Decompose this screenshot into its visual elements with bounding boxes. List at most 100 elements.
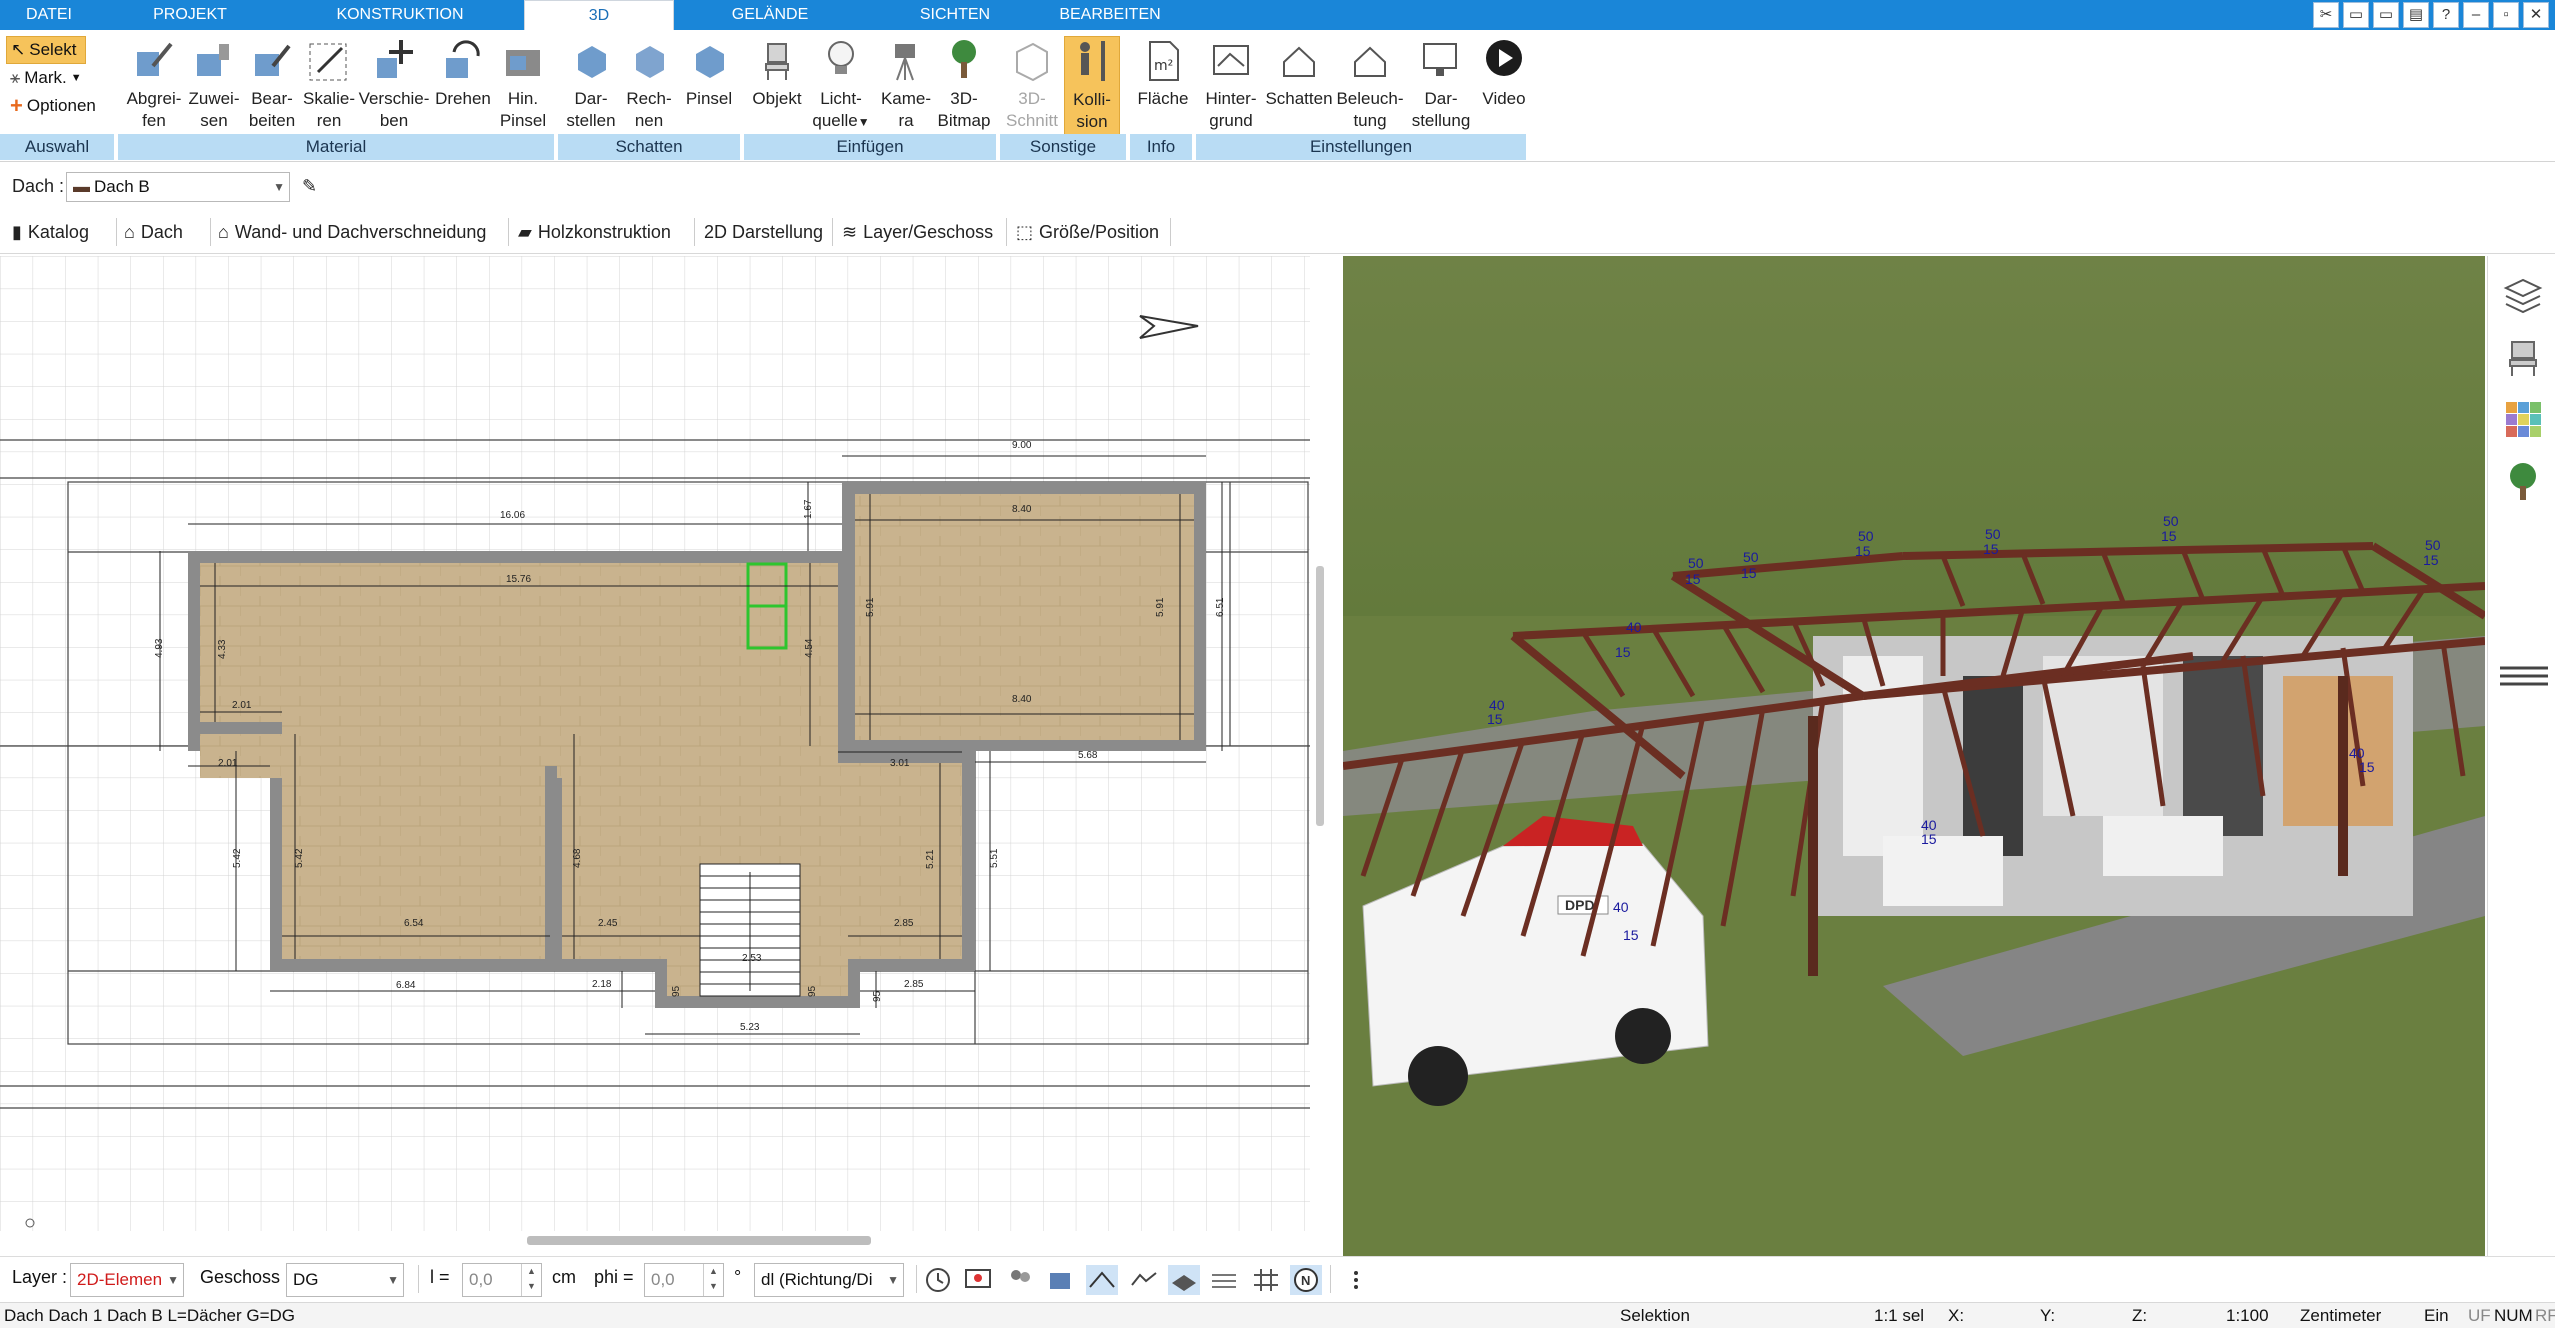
3d-bitmap-button[interactable]: 3D- Bitmap <box>936 36 992 146</box>
tools-icon[interactable]: ✂ <box>2313 2 2339 28</box>
beleuchtung-button[interactable]: Beleuch-tung <box>1334 36 1406 146</box>
layers-icon[interactable] <box>2502 274 2544 316</box>
tree-icon[interactable] <box>2502 460 2544 502</box>
separator <box>508 218 509 246</box>
pencil-icon[interactable]: ✎ <box>302 168 317 204</box>
help-icon[interactable]: ? <box>2433 2 2459 28</box>
roof-view-icon[interactable] <box>1086 1265 1118 1295</box>
video-button[interactable]: Video <box>1476 36 1532 146</box>
skalieren-button[interactable]: Skalie-ren <box>300 36 358 146</box>
grid-icon[interactable] <box>1250 1265 1282 1295</box>
geschoss-select[interactable]: DG ▼ <box>286 1263 404 1297</box>
3d-view[interactable]: DPD 50 15 50 15 50 15 50 15 50 15 50 15 … <box>1343 256 2485 1256</box>
terrain-icon[interactable] <box>1128 1265 1160 1295</box>
minimize-icon[interactable]: – <box>2463 2 2489 28</box>
lichtquelle-button[interactable]: Licht-quelle▼ <box>808 36 874 146</box>
3d-canvas[interactable]: DPD 50 15 50 15 50 15 50 15 50 15 50 15 … <box>1343 256 2485 1256</box>
screen-record-icon[interactable] <box>962 1265 994 1295</box>
rechnen-label1: Rech- <box>626 89 672 108</box>
plan-horizontal-scrollbar[interactable] <box>527 1236 871 1245</box>
wall-segment <box>838 740 962 752</box>
folder-icon[interactable]: ▭ <box>2343 2 2369 28</box>
l-input[interactable]: 0,0 ▲ ▼ <box>462 1263 542 1297</box>
size-icon: ⬚ <box>1016 222 1034 242</box>
furniture-icon[interactable] <box>1044 1265 1076 1295</box>
verschieben-button[interactable]: Verschie-ben <box>356 36 432 146</box>
tab-2d-darstellung[interactable]: 2D Darstellung <box>704 214 823 250</box>
menu-tab-konstruktion[interactable]: KONSTRUKTION <box>320 0 480 30</box>
bearbeiten-label2: beiten <box>248 111 296 130</box>
tab-groesse-position[interactable]: ⬚ Größe/Position <box>1016 214 1159 250</box>
dach-label: Dach : <box>12 176 65 196</box>
north-icon[interactable]: N <box>1290 1265 1322 1295</box>
tab-katalog[interactable]: ▮ Katalog <box>12 214 89 250</box>
hintergrund-button[interactable]: Hinter-grund <box>1198 36 1264 146</box>
restore-icon[interactable]: ▫ <box>2493 2 2519 28</box>
menu-tab-bearbeiten[interactable]: BEARBEITEN <box>1040 0 1180 30</box>
beam-label: 15 <box>2161 528 2177 544</box>
dim-label: 6.84 <box>396 980 416 991</box>
dach-select[interactable]: ▬ Dach B ▼ <box>66 172 290 202</box>
mark-button[interactable]: ⚹ Mark. ▼ <box>6 64 96 92</box>
status-ein: Ein <box>2424 1306 2449 1325</box>
area-icon: m² <box>1149 41 1179 81</box>
dim-label: 1.67 <box>803 499 814 519</box>
bearbeiten-label1: Bear- <box>251 89 293 108</box>
menu-tab-datei[interactable]: DATEI <box>0 0 98 30</box>
print-icon[interactable]: ▤ <box>2403 2 2429 28</box>
menu-bar: DATEI PROJEKT KONSTRUKTION 3D GELÄNDE SI… <box>0 0 2555 30</box>
menu-tab-sichten[interactable]: SICHTEN <box>900 0 1010 30</box>
floor-plan-canvas[interactable]: 9.00 16.06 1.67 15.76 8.40 4.93 4.33 5.9… <box>0 256 1340 1231</box>
roof-tab-icon: ⌂ <box>124 222 135 242</box>
objekt-label1: Objekt <box>752 89 802 108</box>
direction-select[interactable]: dl (Richtung/Di ▼ <box>754 1263 904 1297</box>
phi-input[interactable]: 0,0 ▲ ▼ <box>644 1263 724 1297</box>
kamera-button[interactable]: Kame-ra <box>876 36 936 146</box>
chair-icon[interactable] <box>2502 336 2544 378</box>
tab-dach[interactable]: ⌂ Dach <box>124 214 183 250</box>
zuweisen-button[interactable]: Zuwei-sen <box>186 36 242 146</box>
layer-select[interactable]: 2D-Elemen ▼ <box>70 1263 184 1297</box>
rechnen-button[interactable]: Rech-nen <box>620 36 678 146</box>
more-options-icon[interactable] <box>1340 1265 1372 1295</box>
tab-holzkonstruktion[interactable]: ▰ Holzkonstruktion <box>518 214 671 250</box>
clock-icon[interactable] <box>922 1265 954 1295</box>
hamburger-icon[interactable] <box>2496 656 2552 698</box>
tab-wand-label: Wand- und Dachverschneidung <box>234 222 487 242</box>
close-icon[interactable]: ✕ <box>2523 2 2549 28</box>
wall-view-icon[interactable] <box>1208 1265 1240 1295</box>
tab-wand-dachverschneidung[interactable]: ⌂ Wand- und Dachverschneidung <box>218 214 486 250</box>
people-icon[interactable] <box>1004 1265 1036 1295</box>
input-bar: Layer : 2D-Elemen ▼ Geschoss : DG ▼ l = … <box>0 1256 2555 1302</box>
kollision-button[interactable]: Kolli-sion <box>1064 36 1120 146</box>
dim-label: 5.51 <box>989 848 1000 868</box>
objekt-button[interactable]: Objekt <box>746 36 808 146</box>
bearbeiten-button[interactable]: Bear-beiten <box>244 36 300 146</box>
tab-layer-geschoss[interactable]: ≋ Layer/Geschoss <box>842 214 993 250</box>
optionen-button[interactable]: + Optionen <box>6 92 96 120</box>
rechnen-label2: nen <box>634 111 664 130</box>
selekt-button[interactable]: ↖ Selekt <box>6 36 86 64</box>
material-palette-icon[interactable] <box>2502 398 2544 440</box>
menu-tab-gelaende[interactable]: GELÄNDE <box>700 0 840 30</box>
separator <box>116 218 117 246</box>
menu-tab-3d[interactable]: 3D <box>524 0 674 30</box>
folder2-icon[interactable]: ▭ <box>2373 2 2399 28</box>
darstellen-button[interactable]: Dar-stellen <box>562 36 620 146</box>
group-label-einfuegen: Einfügen <box>744 134 998 160</box>
floor-view-icon[interactable] <box>1168 1265 1200 1295</box>
floor-plan-view[interactable]: 9.00 16.06 1.67 15.76 8.40 4.93 4.33 5.9… <box>0 256 1340 1231</box>
darstellung-button[interactable]: Dar-stellung <box>1406 36 1476 146</box>
flaeche-button[interactable]: m² Fläche <box>1132 36 1194 146</box>
hin-pinsel-button[interactable]: Hin. Pinsel <box>494 36 552 146</box>
abgreifen-button[interactable]: Abgrei-fen <box>120 36 188 146</box>
menu-tab-projekt[interactable]: PROJEKT <box>130 0 250 30</box>
pinsel-button[interactable]: Pinsel <box>678 36 740 146</box>
schatten-button[interactable]: Schatten <box>1264 36 1334 146</box>
3d-schnitt-button[interactable]: 3D- Schnitt <box>1002 36 1062 146</box>
van-logo: DPD <box>1565 897 1595 913</box>
drehen-button[interactable]: Drehen <box>432 36 494 146</box>
spinner-arrows[interactable]: ▲ ▼ <box>703 1264 723 1296</box>
spinner-arrows[interactable]: ▲ ▼ <box>521 1264 541 1296</box>
plan-vertical-scrollbar[interactable] <box>1316 566 1324 826</box>
